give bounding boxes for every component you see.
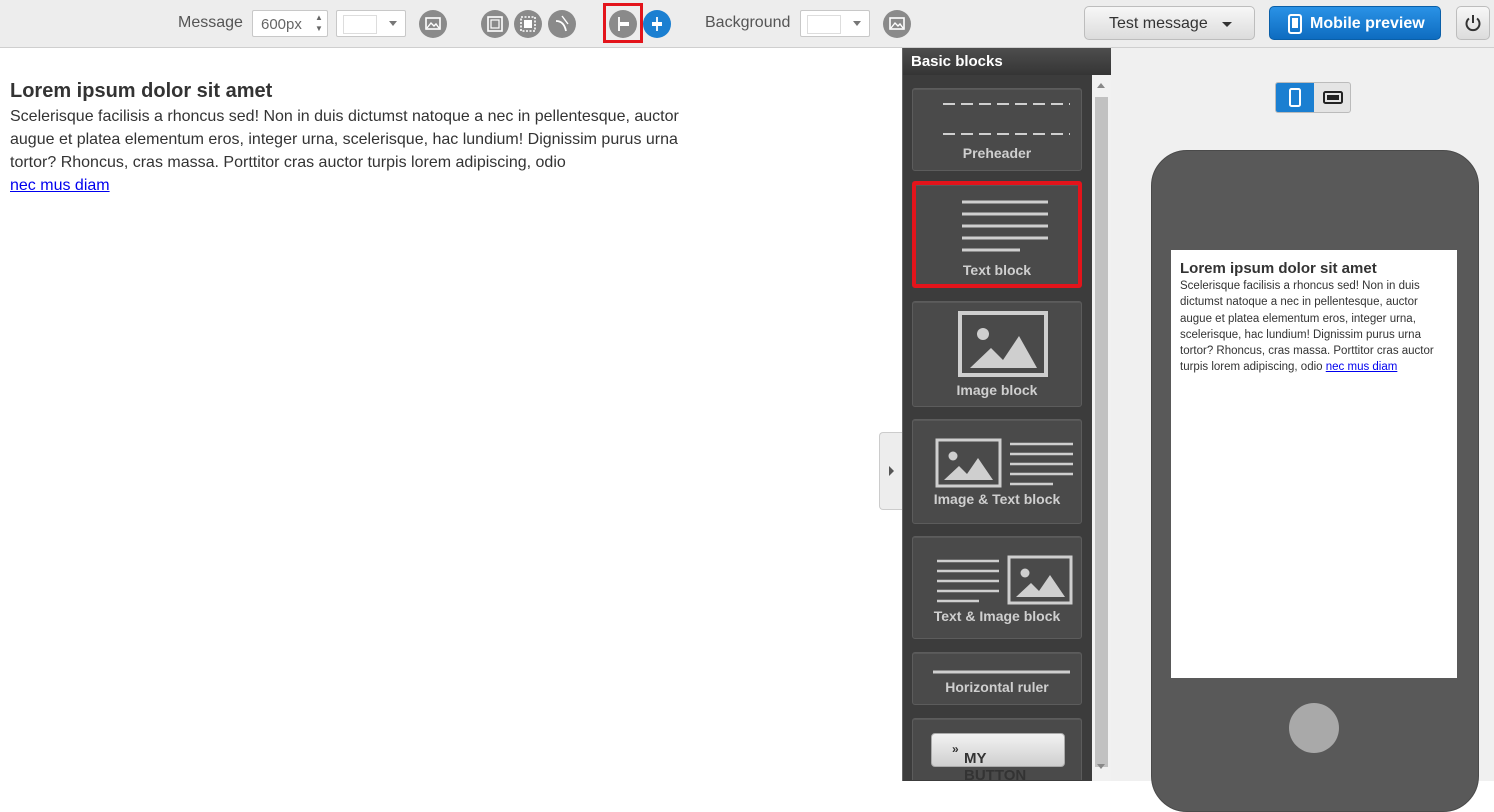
panel-scrollbar[interactable] bbox=[1092, 75, 1111, 781]
text-image-icon bbox=[937, 555, 1073, 605]
message-color-select[interactable] bbox=[336, 10, 406, 37]
mobile-preview-button[interactable]: Mobile preview bbox=[1269, 6, 1441, 40]
align-center-button[interactable] bbox=[643, 10, 671, 38]
power-icon bbox=[1465, 15, 1481, 32]
border-button[interactable] bbox=[514, 10, 542, 38]
align-left-button[interactable] bbox=[609, 10, 637, 38]
message-width-input[interactable]: 600px ▲ ▼ bbox=[252, 10, 328, 37]
spin-down-icon[interactable]: ▼ bbox=[314, 25, 324, 33]
padding-button[interactable] bbox=[481, 10, 509, 38]
message-width-value: 600px bbox=[261, 16, 302, 33]
preview-body-text: Scelerisque facilisis a rhoncus sed! Non… bbox=[1180, 280, 1434, 374]
caret-down-icon bbox=[1222, 22, 1232, 27]
block-label: Text block bbox=[962, 262, 1032, 278]
toolbar: Message 600px ▲ ▼ Background Test messag… bbox=[0, 0, 1494, 48]
panel-collapse-toggle[interactable] bbox=[879, 432, 902, 510]
mobile-preview-pane: Lorem ipsum dolor sit amet Scelerisque f… bbox=[1111, 48, 1494, 812]
block-label: Horizontal ruler bbox=[945, 679, 1049, 695]
phone-landscape-icon[interactable] bbox=[1314, 83, 1352, 112]
power-button[interactable] bbox=[1456, 6, 1490, 40]
scrollbar-thumb[interactable] bbox=[1095, 97, 1108, 767]
chevron-down-icon bbox=[853, 21, 861, 26]
scroll-up-icon[interactable] bbox=[1097, 83, 1105, 88]
image-icon bbox=[958, 311, 1048, 377]
border-icon bbox=[520, 16, 536, 32]
email-canvas: Lorem ipsum dolor sit amet Scelerisque f… bbox=[0, 48, 902, 781]
device-orientation-toggle bbox=[1275, 82, 1351, 113]
block-image[interactable]: Image block bbox=[912, 301, 1082, 407]
portrait-button[interactable] bbox=[1276, 83, 1314, 112]
block-preheader[interactable]: Preheader bbox=[912, 88, 1082, 171]
preheader-icon bbox=[943, 103, 1070, 135]
double-chevron-icon: » bbox=[952, 742, 959, 756]
button-icon: MY BUTTON» bbox=[931, 733, 1065, 784]
color-swatch bbox=[343, 15, 377, 34]
background-image-button[interactable] bbox=[883, 10, 911, 38]
spin-up-icon[interactable]: ▲ bbox=[314, 14, 324, 22]
block-label: Image & Text block bbox=[933, 491, 1061, 507]
mobile-phone-icon bbox=[1288, 14, 1302, 34]
background-color-select[interactable] bbox=[800, 10, 870, 37]
preview-heading: Lorem ipsum dolor sit amet bbox=[1180, 260, 1377, 277]
canvas-body-text: Scelerisque facilisis a rhoncus sed! Non… bbox=[10, 108, 679, 171]
phone-screen: Lorem ipsum dolor sit amet Scelerisque f… bbox=[1171, 250, 1457, 678]
padding-icon bbox=[487, 16, 503, 32]
block-label: Text & Image block bbox=[933, 608, 1061, 624]
text-lines-icon bbox=[962, 200, 1048, 252]
image-icon bbox=[889, 17, 905, 30]
canvas-link[interactable]: nec mus diam bbox=[10, 177, 110, 194]
panel-title: Basic blocks bbox=[911, 53, 1003, 70]
hr-icon bbox=[933, 670, 1070, 674]
message-image-button[interactable] bbox=[419, 10, 447, 38]
block-text-image[interactable]: Text & Image block bbox=[912, 536, 1082, 639]
block-text[interactable]: Text block bbox=[912, 181, 1082, 288]
align-center-icon bbox=[652, 17, 662, 31]
phone-frame: Lorem ipsum dolor sit amet Scelerisque f… bbox=[1151, 150, 1479, 812]
mobile-preview-label: Mobile preview bbox=[1310, 15, 1425, 32]
background-label: Background bbox=[705, 14, 791, 31]
message-label: Message bbox=[178, 14, 243, 31]
block-horizontal-ruler[interactable]: Horizontal ruler bbox=[912, 652, 1082, 705]
image-icon bbox=[425, 17, 441, 30]
blocks-panel: Basic blocks Preheader Text block Image … bbox=[902, 48, 1111, 784]
my-button-label: MY BUTTON» bbox=[952, 742, 1027, 784]
phone-portrait-icon bbox=[1289, 88, 1301, 107]
panel-header: Basic blocks bbox=[903, 48, 1111, 75]
block-label: Preheader bbox=[962, 145, 1032, 161]
chevron-down-icon bbox=[389, 21, 397, 26]
image-text-icon bbox=[935, 438, 1073, 488]
scroll-down-icon[interactable] bbox=[1097, 764, 1105, 769]
chevron-right-icon bbox=[889, 466, 894, 476]
corner-radius-icon bbox=[555, 15, 569, 32]
test-message-label: Test message bbox=[1109, 15, 1208, 32]
color-swatch bbox=[807, 15, 841, 34]
block-image-text[interactable]: Image & Text block bbox=[912, 419, 1082, 524]
canvas-heading[interactable]: Lorem ipsum dolor sit amet bbox=[10, 80, 272, 103]
canvas-paragraph[interactable]: Scelerisque facilisis a rhoncus sed! Non… bbox=[10, 105, 715, 197]
test-message-button[interactable]: Test message bbox=[1084, 6, 1255, 40]
block-label: Image block bbox=[956, 382, 1038, 398]
block-button[interactable]: MY BUTTON» bbox=[912, 718, 1082, 784]
phone-home-button bbox=[1289, 703, 1339, 753]
corner-radius-button[interactable] bbox=[548, 10, 576, 38]
preview-link[interactable]: nec mus diam bbox=[1326, 361, 1398, 373]
align-left-icon bbox=[618, 17, 629, 31]
preview-paragraph: Scelerisque facilisis a rhoncus sed! Non… bbox=[1180, 278, 1448, 376]
